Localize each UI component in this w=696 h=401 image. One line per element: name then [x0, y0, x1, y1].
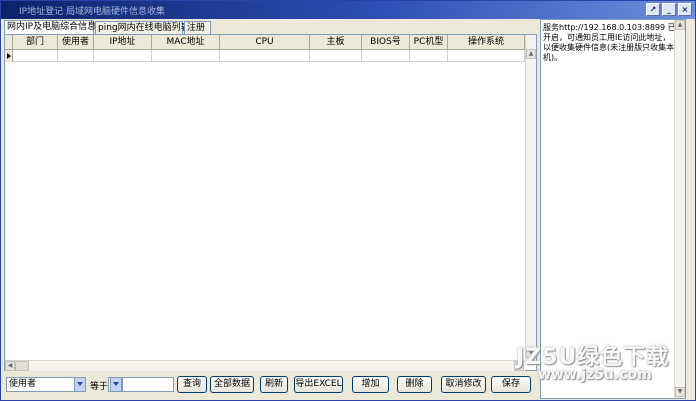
grid-vertical-scrollbar[interactable]: ▲ ▼: [525, 35, 536, 360]
table-cell[interactable]: [362, 50, 410, 62]
tab-ping-list[interactable]: ping网内在线电脑列表: [95, 21, 190, 34]
watermark: JZ5U绿色下载 www.jz5u.com: [516, 339, 686, 389]
tab-network-info[interactable]: 网内IP及电脑综合信息: [4, 20, 96, 34]
close-icon[interactable]: ×: [678, 3, 692, 16]
field-select-value: 使用者: [9, 379, 37, 389]
column-header[interactable]: BIOS号: [362, 35, 410, 50]
query-toolbar: 使用者 等于 查询 全部数据 刷新 导出EXCEL 增加 删除 取消修改 保存: [4, 375, 537, 397]
scroll-up-icon[interactable]: ▲: [526, 49, 536, 59]
data-grid[interactable]: 部门 使用者 IP地址 MAC地址 CPU 主板 BIOS号 PC机型 操作系统…: [4, 34, 537, 371]
window-title: IP地址登记 局域网电脑硬件信息收集: [19, 7, 165, 17]
column-header[interactable]: MAC地址: [152, 35, 220, 50]
grid-horizontal-scrollbar[interactable]: ◀ ▶: [5, 360, 525, 371]
table-cell[interactable]: [220, 50, 310, 62]
minimize-icon[interactable]: _: [662, 3, 676, 16]
field-select[interactable]: 使用者: [6, 377, 86, 392]
scroll-thumb[interactable]: [15, 361, 29, 371]
restore-icon[interactable]: ↗: [646, 3, 660, 16]
app-window: IP地址登记 局域网电脑硬件信息收集 ↗ _ × 网内IP及电脑综合信息 pin…: [0, 0, 696, 401]
column-header[interactable]: 主板: [310, 35, 362, 50]
operator-label: 等于: [90, 382, 109, 392]
table-cell[interactable]: [448, 50, 525, 62]
column-header[interactable]: PC机型: [410, 35, 448, 50]
table-cell[interactable]: [152, 50, 220, 62]
export-excel-button[interactable]: 导出EXCEL: [294, 376, 343, 393]
tab-register[interactable]: 注册: [184, 21, 211, 34]
scroll-up-icon[interactable]: ▲: [675, 20, 685, 30]
all-data-button[interactable]: 全部数据: [210, 376, 254, 393]
table-row[interactable]: [5, 50, 525, 62]
add-button[interactable]: 增加: [352, 376, 389, 393]
table-cell[interactable]: [13, 50, 58, 62]
scroll-left-icon[interactable]: ◀: [5, 361, 15, 371]
column-header[interactable]: CPU: [220, 35, 310, 50]
header-indicator: [5, 35, 13, 50]
column-header[interactable]: IP地址: [94, 35, 152, 50]
row-pointer-icon: [7, 53, 11, 59]
column-header[interactable]: 操作系统: [448, 35, 525, 50]
service-info-text: 服务http://192.168.0.103:8899 已开启，可通知员工用IE…: [543, 23, 676, 62]
operator-select[interactable]: [108, 377, 122, 392]
chevron-down-icon[interactable]: [74, 378, 85, 391]
watermark-url: www.jz5u.com: [538, 367, 652, 383]
column-header[interactable]: 部门: [13, 35, 58, 50]
column-header[interactable]: 使用者: [58, 35, 94, 50]
query-button[interactable]: 查询: [177, 376, 207, 393]
delete-button[interactable]: 删除: [397, 376, 432, 393]
table-cell[interactable]: [58, 50, 94, 62]
table-cell[interactable]: [410, 50, 448, 62]
chevron-down-icon[interactable]: [110, 378, 121, 391]
refresh-button[interactable]: 刷新: [260, 376, 288, 393]
cancel-edit-button[interactable]: 取消修改: [441, 376, 486, 393]
query-input[interactable]: [122, 377, 174, 392]
table-cell[interactable]: [310, 50, 362, 62]
current-row-indicator: [5, 50, 13, 62]
table-cell[interactable]: [94, 50, 152, 62]
title-bar[interactable]: IP地址登记 局域网电脑硬件信息收集 ↗ _ ×: [1, 1, 695, 19]
grid-header: 部门 使用者 IP地址 MAC地址 CPU 主板 BIOS号 PC机型 操作系统: [5, 35, 525, 50]
